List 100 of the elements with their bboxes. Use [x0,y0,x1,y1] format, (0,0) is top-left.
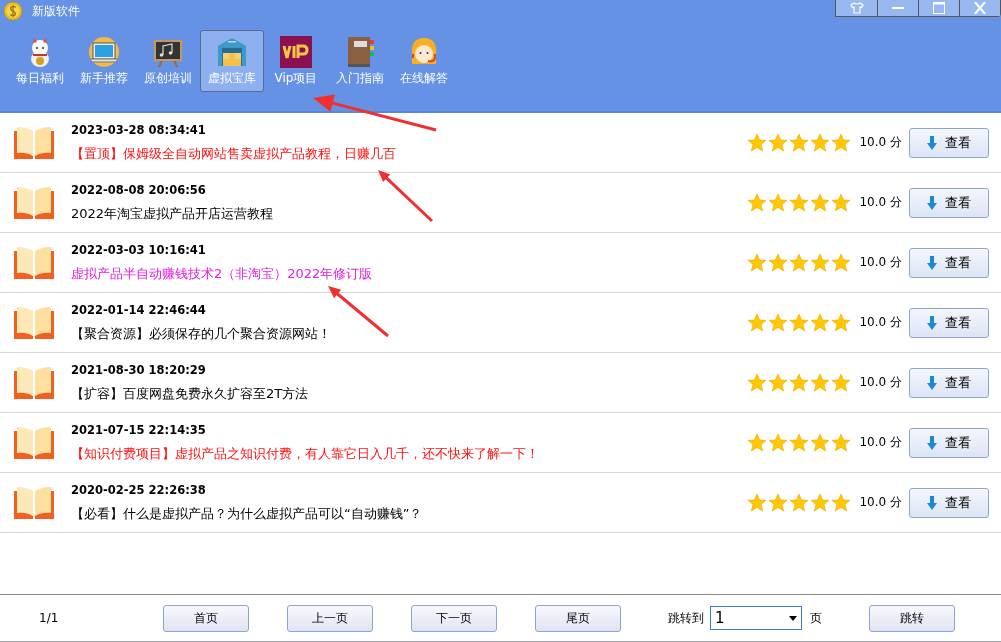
post-timestamp: 2023-03-28 08:34:41 [71,122,207,137]
post-title[interactable]: 2022年淘宝虚拟产品开店运营教程 [71,204,748,223]
post-timestamp: 2021-08-30 18:20:29 [71,362,207,377]
down-arrow-icon [927,375,937,390]
star-icon [810,372,831,393]
star-icon [831,372,852,393]
post-title[interactable]: 【必看】什么是虚拟产品？为什么虚拟产品可以“自动赚钱”？ [71,504,748,523]
close-button[interactable] [959,0,1000,16]
post-title[interactable]: 【聚合资源】必须保存的几个聚合资源网站！ [71,324,748,343]
view-button[interactable]: 查看 [909,367,989,398]
pagination-button[interactable]: 上一页 [287,604,373,632]
star-icon [810,192,831,213]
pagination-button[interactable]: 首页 [163,604,249,632]
page-count: 1/1 [39,611,60,625]
open-book-icon [12,364,56,401]
maximize-icon [932,2,946,14]
down-arrow-icon [927,135,937,150]
open-book-icon [12,124,56,161]
star-icon [747,492,768,513]
post-title[interactable]: 【置顶】保姆级全自动网站售卖虚拟产品教程，日赚几百 [71,144,748,163]
post-title[interactable]: 【扩容】百度网盘免费永久扩容至2T方法 [71,384,748,403]
post-timestamp: 2022-03-03 10:16:41 [71,242,207,257]
star-icon [747,372,768,393]
score-text: 10.0 分 [859,194,902,211]
star-icon [789,492,810,513]
star-icon [747,132,768,153]
star-icon [831,432,852,453]
star-icon [768,432,789,453]
post-timestamp: 2021-07-15 22:14:35 [71,422,207,437]
page-unit-label: 页 [810,609,822,627]
pagination-button[interactable]: 下一页 [411,604,497,632]
view-button[interactable]: 查看 [909,247,989,278]
open-book-icon [12,424,56,461]
star-icon [789,192,810,213]
score-text: 10.0 分 [859,434,902,451]
star-icon [810,132,831,153]
star-icon [747,192,768,213]
score-text: 10.0 分 [859,374,902,391]
warehouse-icon [216,36,248,68]
star-icon [831,312,852,333]
score-text: 10.0 分 [859,134,902,151]
star-icon [747,252,768,273]
view-button[interactable]: 查看 [909,187,989,218]
down-arrow-icon [927,495,937,510]
maximize-button[interactable] [918,0,959,16]
view-button[interactable]: 查看 [909,487,989,518]
open-book-icon [12,184,56,221]
down-arrow-icon [927,255,937,270]
view-button[interactable]: 查看 [909,127,989,158]
star-icon [747,312,768,333]
shirt-icon [849,2,864,14]
score-text: 10.0 分 [859,494,902,511]
annotation-arrow [328,286,389,338]
star-icon [768,132,789,153]
view-button[interactable]: 查看 [909,307,989,338]
post-timestamp: 2020-02-25 22:26:38 [71,482,207,497]
view-button[interactable]: 查看 [909,427,989,458]
minimize-button[interactable] [877,0,918,16]
jump-button[interactable]: 跳转 [869,604,955,632]
dropdown-caret-icon [789,615,797,621]
star-icon [810,312,831,333]
post-timestamp: 2022-08-08 20:06:56 [71,182,207,197]
down-arrow-icon [927,315,937,330]
star-icon [789,132,810,153]
star-icon [789,432,810,453]
star-icon [831,132,852,153]
star-icon [810,252,831,273]
jump-label: 跳转到 [668,609,704,627]
star-icon [831,252,852,273]
page-dropdown[interactable]: 1 [710,606,802,630]
score-text: 10.0 分 [859,254,902,271]
laptop-icon [88,36,120,68]
post-title[interactable]: 【知识付费项目】虚拟产品之知识付费，有人靠它日入几千，还不快来了解一下！ [71,444,748,463]
open-book-icon [12,304,56,341]
pagination-button[interactable]: 尾页 [535,604,621,632]
star-icon [831,192,852,213]
star-icon [768,252,789,273]
open-book-icon [12,484,56,521]
window-title: 新版软件 [32,2,80,20]
star-icon [789,372,810,393]
star-icon [768,312,789,333]
star-icon [810,492,831,513]
post-title[interactable]: 虚拟产品半自动赚钱技术2（非淘宝）2022年修订版 [71,264,748,283]
star-icon [768,192,789,213]
vip-badge-icon [280,36,312,68]
coin-logo-icon [3,1,23,21]
close-icon [973,2,987,14]
star-icon [768,372,789,393]
open-book-icon [12,244,56,281]
down-arrow-icon [927,195,937,210]
star-icon [810,432,831,453]
down-arrow-icon [927,435,937,450]
star-icon [789,312,810,333]
post-timestamp: 2022-01-14 22:46:44 [71,302,207,317]
star-icon [789,252,810,273]
star-icon [768,492,789,513]
star-icon [747,432,768,453]
star-icon [831,492,852,513]
score-text: 10.0 分 [859,314,902,331]
annotation-arrow [378,170,434,223]
